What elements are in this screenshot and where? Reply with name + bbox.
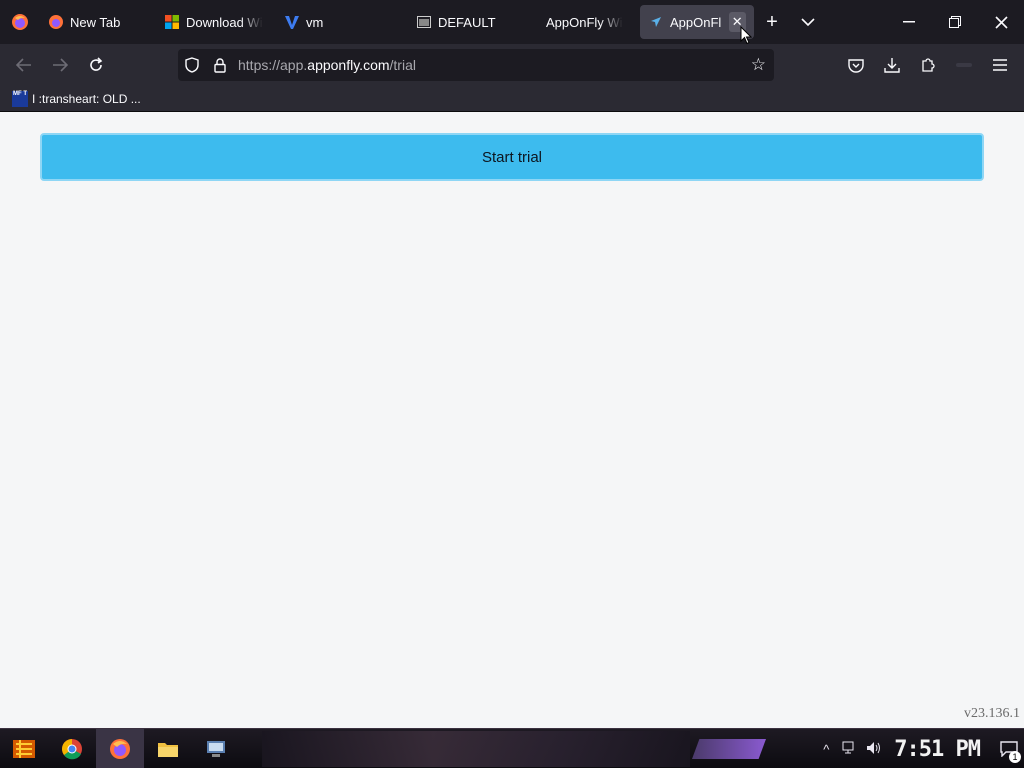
windows-logo-icon bbox=[164, 14, 180, 30]
minimize-button[interactable] bbox=[886, 0, 932, 44]
firefox-icon bbox=[48, 14, 64, 30]
chrome-taskbar-icon[interactable] bbox=[48, 729, 96, 768]
screen: New Tab Download Wi vm DEFAULT AppOnFly … bbox=[0, 0, 1024, 768]
lock-icon[interactable] bbox=[206, 57, 234, 73]
tab-label: AppOnFly bbox=[670, 14, 721, 30]
taskbar-clock[interactable]: 7:51 PM bbox=[894, 737, 981, 762]
back-button[interactable] bbox=[6, 49, 42, 81]
url-text[interactable]: https://app.apponfly.com/trial bbox=[238, 57, 416, 73]
url-host: apponfly.com bbox=[307, 57, 390, 73]
start-menu-button[interactable] bbox=[0, 729, 48, 768]
tab-label: DEFAULT bbox=[438, 14, 496, 30]
file-explorer-taskbar-icon[interactable] bbox=[144, 729, 192, 768]
pocket-icon[interactable] bbox=[838, 49, 874, 81]
tab-apponfly-windows[interactable]: AppOnFly Wi bbox=[530, 5, 640, 39]
shield-icon[interactable] bbox=[178, 57, 206, 73]
url-prefix: https://app. bbox=[238, 57, 308, 73]
v-logo-icon bbox=[284, 14, 300, 30]
notification-count-badge: 1 bbox=[1009, 751, 1021, 763]
tab-download-windows[interactable]: Download Wi bbox=[156, 5, 276, 39]
taskbar: ^ 7:51 PM 1 bbox=[0, 728, 1024, 768]
bookmarks-toolbar: MF T I :transheart: OLD ... bbox=[0, 86, 1024, 112]
tab-label: AppOnFly Wi bbox=[546, 14, 623, 30]
paper-plane-icon bbox=[648, 14, 664, 30]
forward-button[interactable] bbox=[42, 49, 78, 81]
new-tab-button[interactable]: + bbox=[754, 5, 790, 39]
system-tray: ^ 7:51 PM 1 bbox=[814, 729, 1024, 768]
firefox-taskbar-icon[interactable] bbox=[96, 728, 144, 768]
start-trial-button[interactable]: Start trial bbox=[40, 133, 984, 181]
page-content: Start trial v23.136.1 bbox=[0, 113, 1024, 728]
bookmark-label: I :transheart: OLD ... bbox=[32, 91, 141, 106]
bookmark-favicon: MF T bbox=[12, 90, 28, 107]
tab-new-tab[interactable]: New Tab bbox=[40, 5, 156, 39]
bookmark-star-icon[interactable]: ☆ bbox=[751, 56, 766, 74]
tab-label: vm bbox=[306, 14, 324, 30]
bookmark-item[interactable]: MF T I :transheart: OLD ... bbox=[12, 90, 141, 107]
downloads-icon[interactable] bbox=[874, 49, 910, 81]
toolbar-right bbox=[838, 44, 1024, 86]
close-window-button[interactable] bbox=[978, 0, 1024, 44]
account-icon[interactable] bbox=[946, 49, 982, 81]
hamburger-menu-icon[interactable] bbox=[982, 49, 1018, 81]
tab-list-chevron-icon[interactable] bbox=[790, 5, 826, 39]
restore-button[interactable] bbox=[932, 0, 978, 44]
notification-center-icon[interactable]: 1 bbox=[994, 729, 1024, 768]
tab-label: Download Wi bbox=[186, 14, 263, 30]
tab-vm[interactable]: vm bbox=[276, 5, 396, 39]
volume-icon[interactable] bbox=[862, 741, 886, 758]
tab-apponfly[interactable]: AppOnFly ✕ bbox=[640, 5, 754, 39]
reload-button[interactable] bbox=[78, 49, 114, 81]
firefox-menu-icon[interactable] bbox=[0, 0, 40, 44]
taskbar-decoration bbox=[262, 731, 690, 767]
tab-label: New Tab bbox=[70, 14, 121, 30]
remote-desktop-taskbar-icon[interactable] bbox=[192, 729, 240, 768]
url-path: /trial bbox=[389, 57, 416, 73]
network-icon[interactable] bbox=[838, 741, 862, 758]
extensions-icon[interactable] bbox=[910, 49, 946, 81]
show-hidden-icons-chevron-icon[interactable]: ^ bbox=[814, 742, 838, 757]
version-label: v23.136.1 bbox=[964, 706, 1020, 721]
taskbar-accent bbox=[692, 739, 766, 759]
url-bar[interactable]: https://app.apponfly.com/trial ☆ bbox=[178, 49, 774, 81]
window-icon bbox=[416, 14, 432, 30]
tab-default[interactable]: DEFAULT bbox=[396, 5, 530, 39]
tab-strip: New Tab Download Wi vm DEFAULT AppOnFly … bbox=[0, 0, 1024, 44]
